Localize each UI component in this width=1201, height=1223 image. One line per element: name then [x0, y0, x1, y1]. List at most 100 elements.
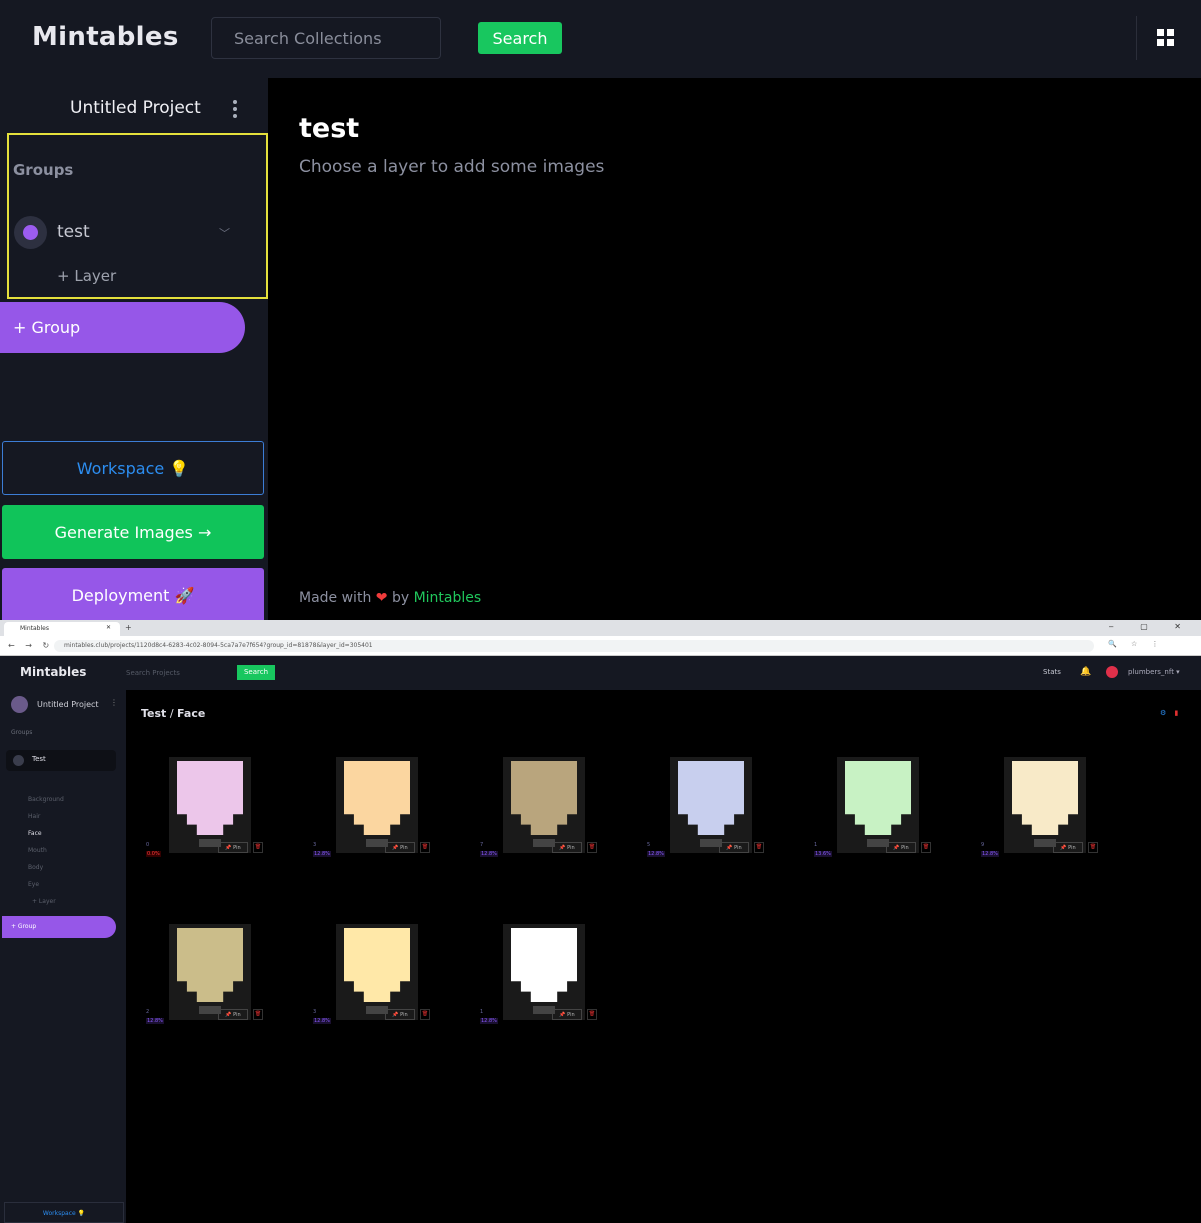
chevron-down-icon[interactable]: ﹀ — [219, 225, 230, 241]
pin-button[interactable]: 📌 Pin — [886, 842, 916, 853]
face-shape — [1012, 761, 1078, 835]
face-shape — [344, 928, 410, 1002]
delete-button[interactable]: 🗑 — [253, 842, 263, 853]
user-avatar[interactable] — [1106, 666, 1118, 678]
address-bar[interactable]: mintables.club/projects/1120d8c4-6283-4c… — [54, 640, 1094, 652]
main-view: Mintables Search Untitled Project Groups… — [0, 0, 1201, 622]
inset-search-button[interactable]: Search — [237, 665, 275, 680]
add-layer-link[interactable]: + Layer — [57, 267, 116, 285]
trait-image — [503, 924, 585, 1020]
image-card[interactable]: 2 12.8% 📌 Pin 🗑 — [146, 924, 292, 1044]
nav-arrows-icon[interactable]: ← → ↻ — [8, 641, 53, 650]
trait-image — [169, 757, 251, 853]
delete-button[interactable]: 🗑 — [420, 1009, 430, 1020]
trash-icon[interactable]: ▮ — [1175, 709, 1179, 717]
image-weight: 0 — [146, 842, 150, 848]
logo[interactable]: Mintables — [32, 22, 179, 52]
image-weight: 2 — [146, 1009, 150, 1015]
pin-button[interactable]: 📌 Pin — [385, 842, 415, 853]
workspace-button[interactable]: Workspace 💡 — [2, 441, 264, 495]
image-card[interactable]: 7 12.8% 📌 Pin 🗑 — [480, 757, 626, 877]
search-collections-input[interactable] — [211, 17, 441, 59]
image-card[interactable]: 1 12.8% 📌 Pin 🗑 — [480, 924, 626, 1044]
layer-actions: ⚙ ▮ — [1160, 709, 1178, 717]
inset-add-layer-link[interactable]: + Layer — [32, 898, 56, 905]
username-menu[interactable]: plumbers_nft ▾ — [1128, 668, 1180, 676]
layer-item-body[interactable]: Body — [28, 864, 43, 871]
add-group-button[interactable]: + Group — [0, 302, 245, 353]
inset-sidebar: Untitled Project ⋮ Groups Test Backgroun… — [0, 690, 126, 1223]
image-weight: 3 — [313, 1009, 317, 1015]
layer-item-face[interactable]: Face — [28, 830, 42, 837]
pin-button[interactable]: 📌 Pin — [385, 1009, 415, 1020]
image-card[interactable]: 5 12.8% 📌 Pin 🗑 — [647, 757, 793, 877]
image-card[interactable]: 3 12.8% 📌 Pin 🗑 — [313, 757, 459, 877]
image-weight: 3 — [313, 842, 317, 848]
delete-button[interactable]: 🗑 — [587, 1009, 597, 1020]
footer-by: by — [391, 590, 410, 606]
project-title: Untitled Project — [70, 98, 201, 118]
mintables-link[interactable]: Mintables — [414, 590, 482, 606]
inset-group-icon — [13, 755, 24, 766]
layer-item-mouth[interactable]: Mouth — [28, 847, 47, 854]
trait-image — [837, 757, 919, 853]
trait-image — [336, 757, 418, 853]
layer-item-eye[interactable]: Eye — [28, 881, 39, 888]
pin-button[interactable]: 📌 Pin — [1053, 842, 1083, 853]
inset-workspace-button[interactable]: Workspace 💡 — [4, 1202, 124, 1223]
face-shape — [511, 761, 577, 835]
image-card[interactable]: 0 0.0% 📌 Pin 🗑 — [146, 757, 292, 877]
image-percentage: 12.8% — [313, 851, 331, 857]
delete-button[interactable]: 🗑 — [587, 842, 597, 853]
group-name[interactable]: test — [57, 222, 90, 242]
window-controls-icon[interactable]: ‒ ▢ ✕ — [1109, 622, 1193, 631]
browser-extension-icons[interactable]: 🔍 ☆ ⋮ — [1108, 640, 1164, 648]
pin-button[interactable]: 📌 Pin — [218, 1009, 248, 1020]
inset-logo[interactable]: Mintables — [20, 665, 86, 679]
pin-button[interactable]: 📌 Pin — [719, 842, 749, 853]
delete-button[interactable]: 🗑 — [1088, 842, 1098, 853]
delete-button[interactable]: 🗑 — [754, 842, 764, 853]
inset-kebab-icon[interactable]: ⋮ — [110, 698, 118, 707]
generate-images-button[interactable]: Generate Images → — [2, 505, 264, 559]
breadcrumb: Test / Face — [141, 707, 205, 720]
tab-close-icon[interactable]: ✕ — [106, 624, 111, 631]
kebab-menu-icon[interactable] — [230, 100, 240, 118]
breadcrumb-group[interactable]: Test — [141, 707, 166, 720]
face-shape — [511, 928, 577, 1002]
groups-label: Groups — [13, 161, 74, 179]
face-shape — [845, 761, 911, 835]
browser-tab[interactable]: Mintables — [4, 622, 120, 636]
delete-button[interactable]: 🗑 — [921, 842, 931, 853]
pin-button[interactable]: 📌 Pin — [218, 842, 248, 853]
search-button[interactable]: Search — [478, 22, 562, 54]
top-header: Mintables Search — [0, 0, 1201, 78]
settings-icon[interactable]: ⚙ — [1160, 709, 1166, 717]
bell-icon[interactable]: 🔔 — [1080, 667, 1091, 677]
heart-icon: ❤ — [375, 590, 388, 606]
image-card[interactable]: 9 12.8% 📌 Pin 🗑 — [981, 757, 1127, 877]
delete-button[interactable]: 🗑 — [253, 1009, 263, 1020]
image-weight: 7 — [480, 842, 484, 848]
layer-item-hair[interactable]: Hair — [28, 813, 40, 820]
image-card[interactable]: 1 13.6% 📌 Pin 🗑 — [814, 757, 960, 877]
inset-group-row[interactable]: Test — [6, 750, 116, 771]
inset-add-group-button[interactable]: + Group — [2, 916, 116, 938]
stats-link[interactable]: Stats — [1043, 668, 1061, 676]
delete-button[interactable]: 🗑 — [420, 842, 430, 853]
grid-icon[interactable] — [1157, 29, 1174, 46]
inset-search-input[interactable]: Search Projects — [126, 669, 180, 677]
deployment-button[interactable]: Deployment 🚀 — [2, 568, 264, 622]
pin-button[interactable]: 📌 Pin — [552, 1009, 582, 1020]
groups-highlight-box — [7, 133, 268, 299]
image-percentage: 12.8% — [981, 851, 999, 857]
trait-image — [336, 924, 418, 1020]
new-tab-icon[interactable]: + — [125, 623, 132, 632]
pin-button[interactable]: 📌 Pin — [552, 842, 582, 853]
layer-item-background[interactable]: Background — [28, 796, 64, 803]
project-avatar — [11, 696, 28, 713]
trait-image — [670, 757, 752, 853]
image-card[interactable]: 3 12.8% 📌 Pin 🗑 — [313, 924, 459, 1044]
image-percentage: 12.8% — [146, 1018, 164, 1024]
trait-image — [169, 924, 251, 1020]
